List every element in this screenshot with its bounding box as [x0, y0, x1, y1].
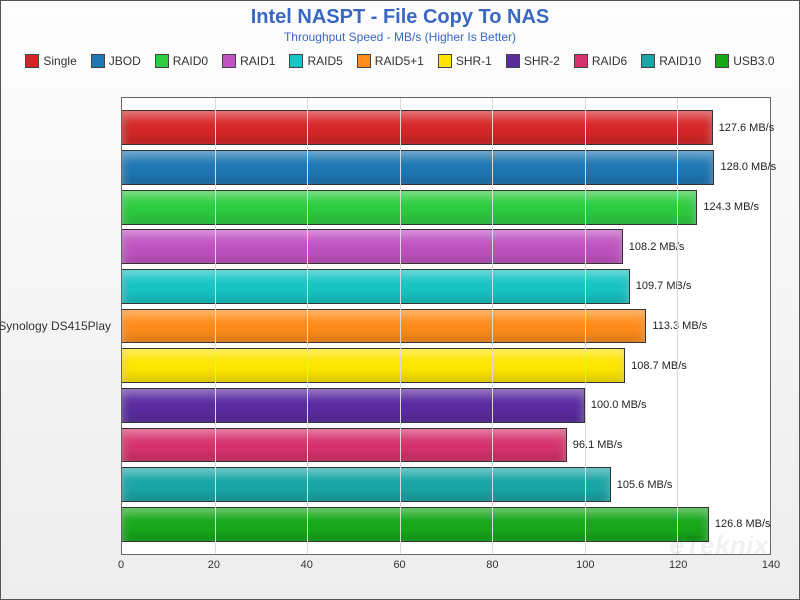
legend: Single JBOD RAID0 RAID1 RAID5 RAID5+1 SHR-1 SHR…	[1, 44, 799, 74]
bar-row: 96.1 MB/s	[122, 425, 770, 465]
bar	[122, 229, 623, 264]
legend-swatch	[715, 54, 729, 68]
legend-swatch	[155, 54, 169, 68]
bar-value-label: 128.0 MB/s	[720, 161, 776, 173]
grid-line	[585, 98, 586, 554]
bar	[122, 309, 646, 344]
legend-label: Single	[43, 54, 76, 68]
bar-row: 108.7 MB/s	[122, 346, 770, 386]
bar-value-label: 126.8 MB/s	[715, 518, 771, 530]
grid-line	[677, 98, 678, 554]
x-axis-ticks: 020406080100120140	[121, 555, 771, 585]
legend-label: RAID5+1	[375, 54, 424, 68]
bar	[122, 348, 625, 383]
legend-label: RAID6	[592, 54, 627, 68]
grid-line	[492, 98, 493, 554]
legend-item: RAID5	[289, 54, 342, 68]
legend-item: RAID10	[641, 54, 701, 68]
grid-line	[307, 98, 308, 554]
chart-subtitle: Throughput Speed - MB/s (Higher Is Bette…	[1, 30, 799, 44]
legend-swatch	[506, 54, 520, 68]
legend-label: SHR-1	[456, 54, 492, 68]
bar	[122, 507, 709, 542]
bar-row: 105.6 MB/s	[122, 465, 770, 505]
legend-item: RAID0	[155, 54, 208, 68]
bar-row: 113.3 MB/s	[122, 306, 770, 346]
legend-item: Single	[25, 54, 76, 68]
legend-item: SHR-2	[506, 54, 560, 68]
legend-label: RAID0	[173, 54, 208, 68]
legend-swatch	[25, 54, 39, 68]
x-tick-label: 100	[576, 559, 594, 571]
bar-row: 100.0 MB/s	[122, 385, 770, 425]
legend-swatch	[574, 54, 588, 68]
legend-swatch	[438, 54, 452, 68]
legend-item: USB3.0	[715, 54, 774, 68]
bar-value-label: 109.7 MB/s	[636, 280, 692, 292]
bar-row: 128.0 MB/s	[122, 148, 770, 188]
legend-label: USB3.0	[733, 54, 774, 68]
bar-value-label: 96.1 MB/s	[573, 439, 623, 451]
bar-value-label: 105.6 MB/s	[617, 479, 673, 491]
bar-value-label: 127.6 MB/s	[719, 122, 775, 134]
legend-label: JBOD	[109, 54, 141, 68]
title-block: Intel NASPT - File Copy To NAS Throughpu…	[1, 1, 799, 44]
legend-swatch	[91, 54, 105, 68]
legend-item: RAID1	[222, 54, 275, 68]
bars-container: 127.6 MB/s128.0 MB/s 124.3 MB/s 108.2 MB/s…	[122, 98, 770, 554]
legend-swatch	[357, 54, 371, 68]
x-tick-label: 40	[301, 559, 313, 571]
grid-line	[400, 98, 401, 554]
x-tick-label: 20	[208, 559, 220, 571]
bar-value-label: 100.0 MB/s	[591, 399, 647, 411]
y-category-label: Synology DS415Play	[0, 319, 121, 333]
bar	[122, 388, 585, 423]
legend-swatch	[289, 54, 303, 68]
bar-row: 108.2 MB/s	[122, 227, 770, 267]
x-tick-label: 60	[393, 559, 405, 571]
x-tick-label: 120	[669, 559, 687, 571]
bar	[122, 428, 567, 463]
legend-item: RAID5+1	[357, 54, 424, 68]
legend-swatch	[222, 54, 236, 68]
x-tick-label: 0	[118, 559, 124, 571]
chart-frame: Intel NASPT - File Copy To NAS Throughpu…	[0, 0, 800, 600]
legend-item: RAID6	[574, 54, 627, 68]
bar	[122, 150, 714, 185]
bar	[122, 269, 630, 304]
bar-row: 126.8 MB/s	[122, 504, 770, 544]
plot-area: Synology DS415Play 127.6 MB/s128.0 MB/s1…	[121, 97, 771, 555]
bar-row: 127.6 MB/s	[122, 108, 770, 148]
bar	[122, 467, 611, 502]
legend-label: SHR-2	[524, 54, 560, 68]
x-tick-label: 80	[486, 559, 498, 571]
legend-item: SHR-1	[438, 54, 492, 68]
x-tick-label: 140	[762, 559, 780, 571]
legend-label: RAID10	[659, 54, 701, 68]
legend-item: JBOD	[91, 54, 141, 68]
bar	[122, 190, 697, 225]
bar-row: 124.3 MB/s	[122, 187, 770, 227]
legend-label: RAID5	[307, 54, 342, 68]
bar-value-label: 124.3 MB/s	[703, 201, 759, 213]
legend-label: RAID1	[240, 54, 275, 68]
plot: 127.6 MB/s128.0 MB/s 124.3 MB/s 108.2 MB/s…	[121, 97, 771, 555]
bar-value-label: 108.2 MB/s	[629, 241, 685, 253]
bar-row: 109.7 MB/s	[122, 267, 770, 307]
bar	[122, 110, 713, 145]
legend-swatch	[641, 54, 655, 68]
chart-title: Intel NASPT - File Copy To NAS	[1, 7, 799, 28]
grid-line	[215, 98, 216, 554]
bar-value-label: 113.3 MB/s	[652, 320, 707, 332]
